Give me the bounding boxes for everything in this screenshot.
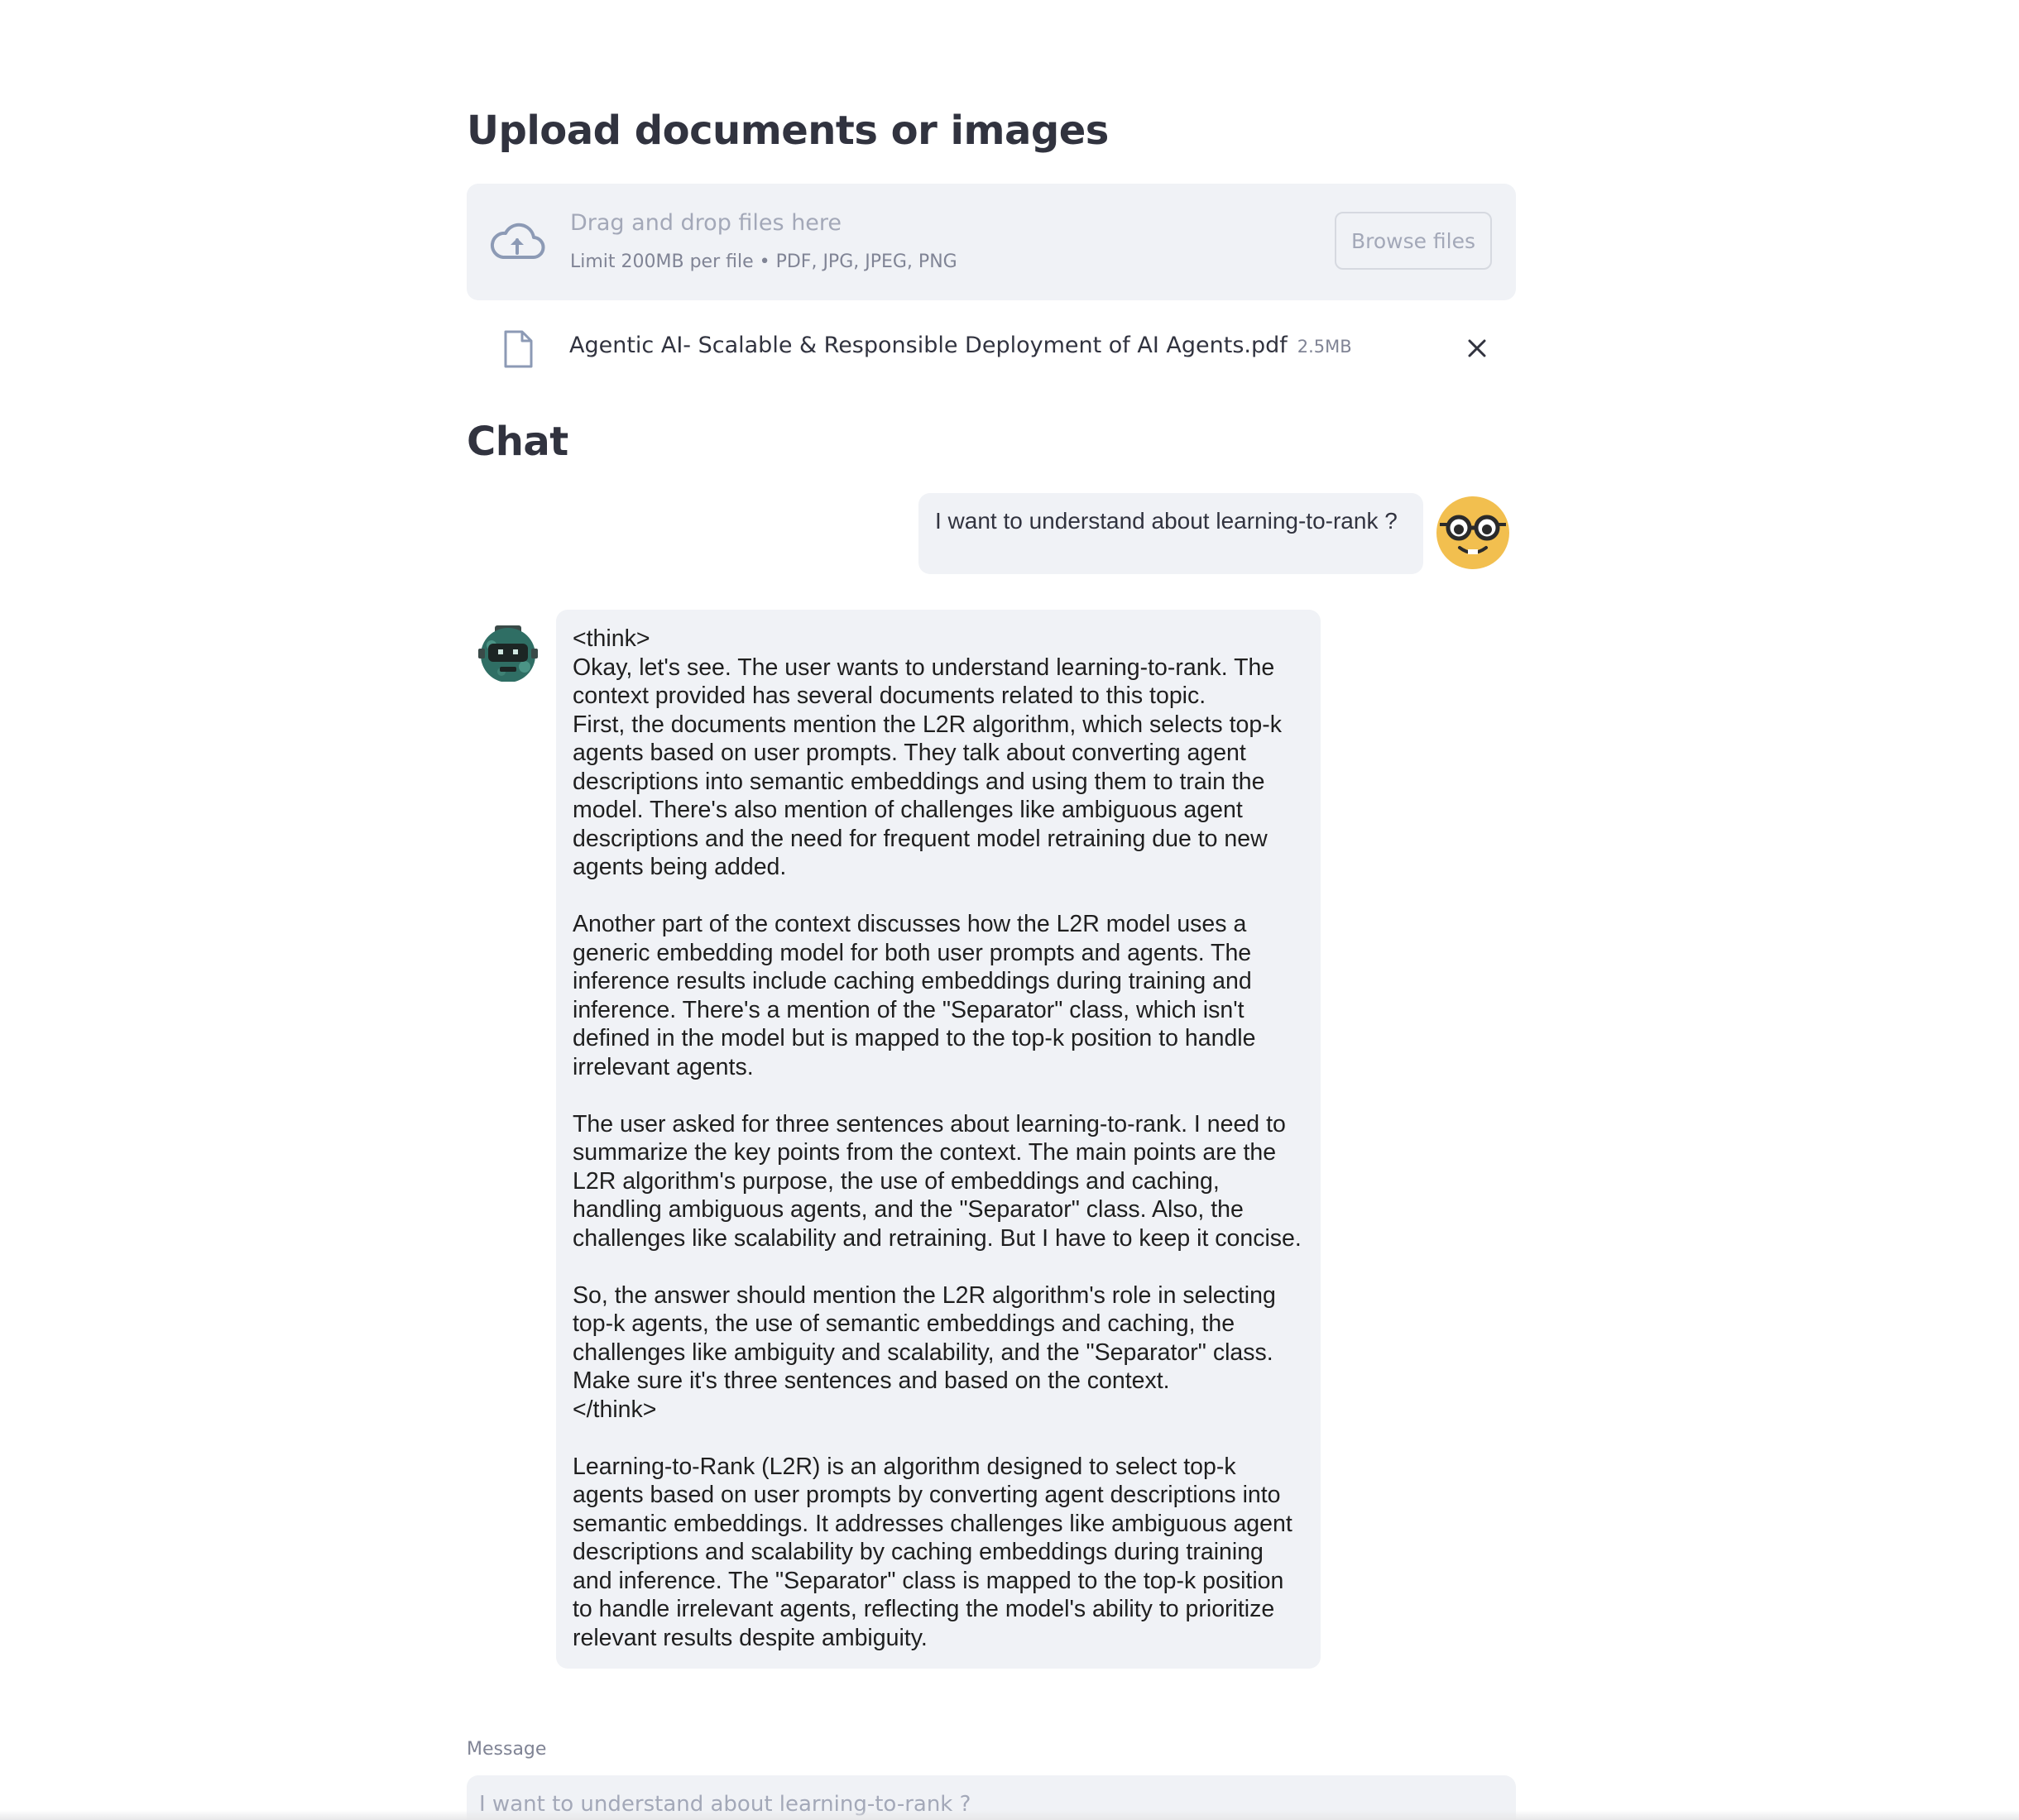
chat-heading: Chat (467, 419, 568, 465)
file-dropzone[interactable]: Drag and drop files here Limit 200MB per… (467, 184, 1516, 300)
dropzone-title: Drag and drop files here (570, 210, 842, 236)
browse-files-button[interactable]: Browse files (1335, 212, 1492, 270)
close-icon[interactable] (1463, 334, 1491, 362)
message-label: Message (467, 1739, 547, 1760)
bottom-edge-shadow (0, 1810, 2019, 1820)
main-content: Upload documents or images Drag and drop… (467, 0, 1516, 1820)
dropzone-limit-text: Limit 200MB per file • PDF, JPG, JPEG, P… (570, 251, 957, 272)
robot-avatar (478, 625, 538, 682)
file-size: 2.5MB (1297, 337, 1352, 357)
nerd-face-avatar (1436, 496, 1509, 569)
user-message: I want to understand about learning-to-r… (918, 493, 1423, 574)
assistant-message: <think> Okay, let's see. The user wants … (556, 610, 1321, 1669)
file-icon (504, 330, 533, 368)
uploaded-file-item: Agentic AI- Scalable & Responsible Deplo… (467, 314, 1516, 381)
cloud-upload-icon (490, 223, 545, 259)
upload-heading: Upload documents or images (467, 108, 1109, 154)
file-name-text: Agentic AI- Scalable & Responsible Deplo… (569, 333, 1288, 358)
file-name: Agentic AI- Scalable & Responsible Deplo… (569, 333, 1352, 358)
